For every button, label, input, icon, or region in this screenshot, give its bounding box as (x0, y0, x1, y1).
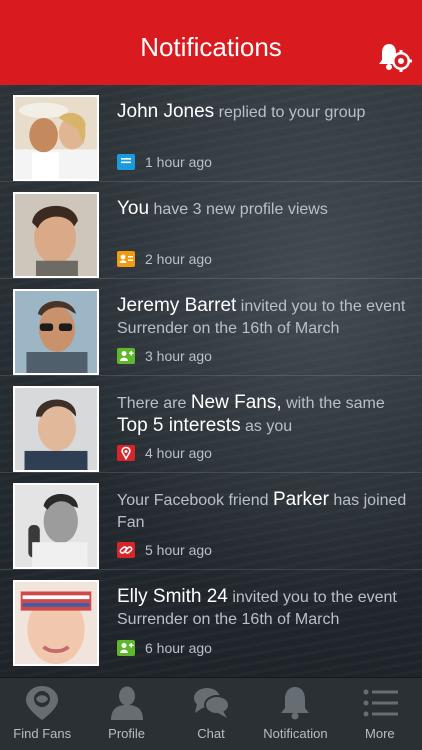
link-icon (117, 542, 135, 558)
notification-meta: 5 hour ago (117, 541, 212, 559)
tab-label: Find Fans (13, 726, 72, 741)
notification-time: 6 hour ago (145, 640, 212, 656)
avatar (13, 386, 99, 472)
notification-text: Elly Smith 24 invited you to the event S… (117, 586, 412, 631)
notification-item[interactable]: You have 3 new profile views 2 hour ago (0, 182, 422, 279)
tab-find-fans[interactable]: Find Fans (0, 678, 84, 750)
notification-name: Elly Smith 24 (117, 586, 228, 607)
bottom-tab-bar: Find Fans Profile Chat Notification More (0, 677, 422, 750)
notification-time: 5 hour ago (145, 542, 212, 558)
notification-item[interactable]: John Jones replied to your group 1 hour … (0, 85, 422, 182)
notification-text: John Jones replied to your group (117, 101, 412, 124)
avatar (13, 483, 99, 569)
profile-card-icon (117, 251, 135, 267)
add-user-icon (117, 640, 135, 656)
avatar (13, 95, 99, 181)
notification-name: Jeremy Barret (117, 295, 237, 316)
notification-highlight: Top 5 interests (117, 415, 241, 436)
notification-settings-button[interactable] (376, 42, 412, 74)
tab-chat[interactable]: Chat (169, 678, 253, 750)
notification-item[interactable]: Your Facebook friend Parker has joined F… (0, 473, 422, 570)
notification-time: 2 hour ago (145, 251, 212, 267)
message-icon (117, 154, 135, 170)
notification-list[interactable]: John Jones replied to your group 1 hour … (0, 85, 422, 677)
tab-more[interactable]: More (338, 678, 422, 750)
tab-profile[interactable]: Profile (84, 678, 168, 750)
notification-prefix: Your Facebook friend (117, 492, 273, 509)
tab-label: More (365, 726, 395, 741)
notification-action: with the same (281, 395, 385, 412)
notification-meta: 4 hour ago (117, 444, 212, 462)
tab-label: Notification (263, 726, 328, 741)
notification-name: New Fans, (190, 392, 282, 413)
tab-notification[interactable]: Notification (253, 678, 337, 750)
notification-text: Jeremy Barret invited you to the event S… (117, 295, 412, 340)
notification-time: 1 hour ago (145, 154, 212, 170)
avatar (13, 580, 99, 666)
chat-bubbles-icon (194, 688, 231, 718)
notification-item[interactable]: There are New Fans, with the same Top 5 … (0, 376, 422, 473)
location-pin-icon (26, 686, 59, 720)
notification-time: 4 hour ago (145, 445, 212, 461)
notification-meta: 6 hour ago (117, 639, 212, 657)
menu-list-icon (363, 689, 398, 717)
avatar (13, 192, 99, 278)
tab-label: Chat (197, 726, 225, 741)
fans-icon (117, 445, 135, 461)
avatar (13, 289, 99, 375)
bell-icon (281, 687, 310, 720)
notification-name: You (117, 198, 150, 219)
notification-name: Parker (272, 489, 329, 510)
notification-name: John Jones (117, 101, 215, 122)
notification-meta: 3 hour ago (117, 347, 212, 365)
notification-text: There are New Fans, with the same Top 5 … (117, 392, 412, 438)
notification-action: have 3 new profile views (149, 201, 328, 218)
notification-item[interactable]: Elly Smith 24 invited you to the event S… (0, 570, 422, 667)
notification-prefix: There are (117, 395, 191, 412)
notification-suffix: as you (240, 418, 293, 435)
bell-gear-icon (379, 44, 412, 72)
notification-time: 3 hour ago (145, 348, 212, 364)
tab-label: Profile (108, 726, 146, 741)
person-icon (110, 686, 143, 720)
app-header: Notifications (0, 0, 422, 85)
notification-text: You have 3 new profile views (117, 198, 412, 221)
notification-text: Your Facebook friend Parker has joined F… (117, 489, 412, 534)
notification-item[interactable]: Jeremy Barret invited you to the event S… (0, 279, 422, 376)
page-title: Notifications (140, 32, 282, 62)
notification-meta: 2 hour ago (117, 250, 212, 268)
notification-meta: 1 hour ago (117, 153, 212, 171)
notification-action: replied to your group (214, 104, 366, 121)
add-user-icon (117, 348, 135, 364)
